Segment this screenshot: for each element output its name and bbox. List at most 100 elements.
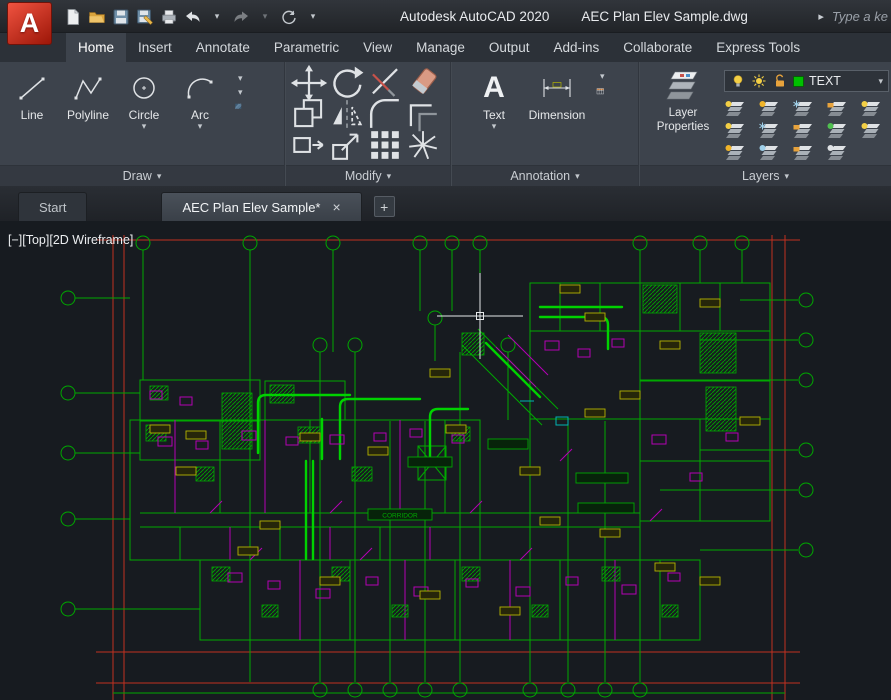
redo-icon <box>234 11 248 22</box>
arc-button[interactable]: Arc ▾ <box>172 62 228 131</box>
chevron-down-icon[interactable]: ▾ <box>238 88 243 97</box>
layer-freeze-all-icon[interactable] <box>758 122 782 139</box>
panel-draw: Line Polyline Circle ▾ Arc ▾ ▾ ▾ Draw ▾ <box>0 62 284 186</box>
tab-document[interactable]: AEC Plan Elev Sample* × <box>161 192 362 221</box>
layer-unlock-icon[interactable] <box>792 122 816 139</box>
layer-properties-label-1: Layer <box>668 107 698 119</box>
layer-thaw-icon[interactable] <box>724 122 748 139</box>
tab-start[interactable]: Start <box>18 192 88 221</box>
open-folder-icon <box>89 11 105 23</box>
circle-button[interactable]: Circle ▾ <box>116 62 172 131</box>
hatch-icon[interactable] <box>234 102 243 111</box>
chevron-down-icon: ▾ <box>214 11 220 21</box>
chevron-down-icon: ▾ <box>262 11 268 21</box>
floor-plan-drawing[interactable]: CORRIDOR <box>0 221 891 700</box>
layer-lock-icon[interactable] <box>826 100 850 117</box>
redo-button[interactable] <box>230 4 252 30</box>
tab-view[interactable]: View <box>351 33 404 62</box>
unlock-icon[interactable] <box>772 73 788 89</box>
tab-home[interactable]: Home <box>66 33 127 62</box>
new-tab-button[interactable]: + <box>373 196 395 217</box>
polyline-button[interactable]: Polyline <box>60 62 116 131</box>
chevron-down-icon[interactable]: ▾ <box>198 122 203 131</box>
text-icon: A <box>483 71 505 104</box>
circle-icon <box>128 68 160 108</box>
chevron-down-icon[interactable]: ▾ <box>600 72 605 81</box>
viewport-view-control[interactable]: [Top] <box>22 233 49 247</box>
tab-insert[interactable]: Insert <box>126 33 184 62</box>
chevron-down-icon: ▾ <box>386 170 392 181</box>
refresh-button[interactable] <box>278 4 300 30</box>
open-file-button[interactable] <box>86 4 108 30</box>
chevron-down-icon[interactable]: ▾ <box>878 76 883 86</box>
line-label: Line <box>20 108 44 122</box>
magenta-fixtures <box>149 338 739 599</box>
undo-button[interactable] <box>182 4 204 30</box>
circle-label: Circle <box>128 108 160 122</box>
layer-merge-icon[interactable] <box>758 144 782 161</box>
corridor-label: CORRIDOR <box>382 513 418 520</box>
redo-dropdown[interactable]: ▾ <box>254 4 276 30</box>
panel-layers: Layer Properties TEXT ▾ Layers ▾ <box>640 62 891 186</box>
layer-state-icon[interactable] <box>724 144 748 161</box>
crosshair-cursor <box>437 273 523 359</box>
undo-dropdown[interactable]: ▾ <box>206 4 228 30</box>
plot-button[interactable] <box>158 4 180 30</box>
chevron-down-icon: ▾ <box>575 170 580 181</box>
qat-customize-button[interactable]: ▾ <box>302 4 324 30</box>
layer-current-icon[interactable] <box>826 122 850 139</box>
tab-manage[interactable]: Manage <box>404 33 477 62</box>
line-button[interactable]: Line <box>4 62 60 131</box>
autocad-logo: A <box>19 8 40 38</box>
tab-collaborate[interactable]: Collaborate <box>611 33 704 62</box>
current-layer-dropdown[interactable]: TEXT ▾ <box>724 70 889 92</box>
file-tab-bar: Start AEC Plan Elev Sample* × + <box>0 186 891 221</box>
modify-panel-label[interactable]: Modify ▾ <box>286 165 450 186</box>
ribbon-tab-bar: Home Insert Annotate Parametric View Man… <box>0 33 891 62</box>
layer-color-swatch[interactable] <box>793 75 804 87</box>
layer-isolate-icon[interactable] <box>758 100 782 117</box>
undo-icon <box>186 11 200 22</box>
drawing-canvas[interactable]: [−] [Top] [2D Wireframe] CORRIDOR <box>0 221 891 700</box>
tab-express-tools[interactable]: Express Tools <box>704 33 812 62</box>
annotation-panel-label[interactable]: Annotation ▾ <box>452 165 638 186</box>
dimension-button[interactable]: Dimension <box>522 62 592 131</box>
new-file-button[interactable] <box>62 4 84 30</box>
tab-parametric[interactable]: Parametric <box>262 33 351 62</box>
table-icon[interactable] <box>596 87 605 96</box>
plus-icon: + <box>380 198 389 215</box>
save-as-button[interactable] <box>134 4 156 30</box>
explode-icon[interactable] <box>404 126 442 164</box>
sun-icon[interactable] <box>751 73 767 89</box>
close-tab-icon[interactable]: × <box>332 199 340 215</box>
draw-panel-label[interactable]: Draw ▾ <box>0 165 284 186</box>
text-button[interactable]: A Text ▾ <box>466 62 522 131</box>
layer-delete-icon[interactable] <box>792 144 816 161</box>
tab-add-ins[interactable]: Add-ins <box>541 33 611 62</box>
layer-prev-icon[interactable] <box>826 144 850 161</box>
chevron-down-icon[interactable]: ▾ <box>492 122 497 131</box>
scale-icon[interactable] <box>328 126 366 164</box>
save-button[interactable] <box>110 4 132 30</box>
panel-annotation: A Text ▾ Dimension ▾ Annotation ▾ <box>452 62 638 186</box>
tab-output[interactable]: Output <box>477 33 542 62</box>
array-icon[interactable] <box>366 126 404 164</box>
bulb-icon[interactable] <box>730 73 746 89</box>
chevron-down-icon[interactable]: ▾ <box>238 74 243 83</box>
infocenter-search[interactable]: ▸ Type a ke <box>818 0 888 33</box>
layer-on-icon[interactable] <box>860 100 884 117</box>
layers-panel-label[interactable]: Layers ▾ <box>640 165 891 186</box>
chevron-down-icon[interactable]: ▾ <box>142 122 147 131</box>
stretch-icon[interactable] <box>290 126 328 164</box>
chevron-down-icon: ▾ <box>784 170 790 181</box>
tab-annotate[interactable]: Annotate <box>184 33 262 62</box>
layer-properties-button[interactable]: Layer Properties <box>650 68 716 135</box>
viewport-minimize-control[interactable]: [−] <box>8 233 22 247</box>
chevron-down-icon: ▾ <box>156 170 162 181</box>
room-tags: CORRIDOR <box>367 438 635 521</box>
layer-off-icon[interactable] <box>724 100 748 117</box>
layer-walk-icon[interactable] <box>860 122 884 139</box>
app-menu-button[interactable]: A <box>7 2 52 45</box>
viewport-style-control[interactable]: [2D Wireframe] <box>49 233 133 247</box>
layer-freeze-icon[interactable] <box>792 100 816 117</box>
